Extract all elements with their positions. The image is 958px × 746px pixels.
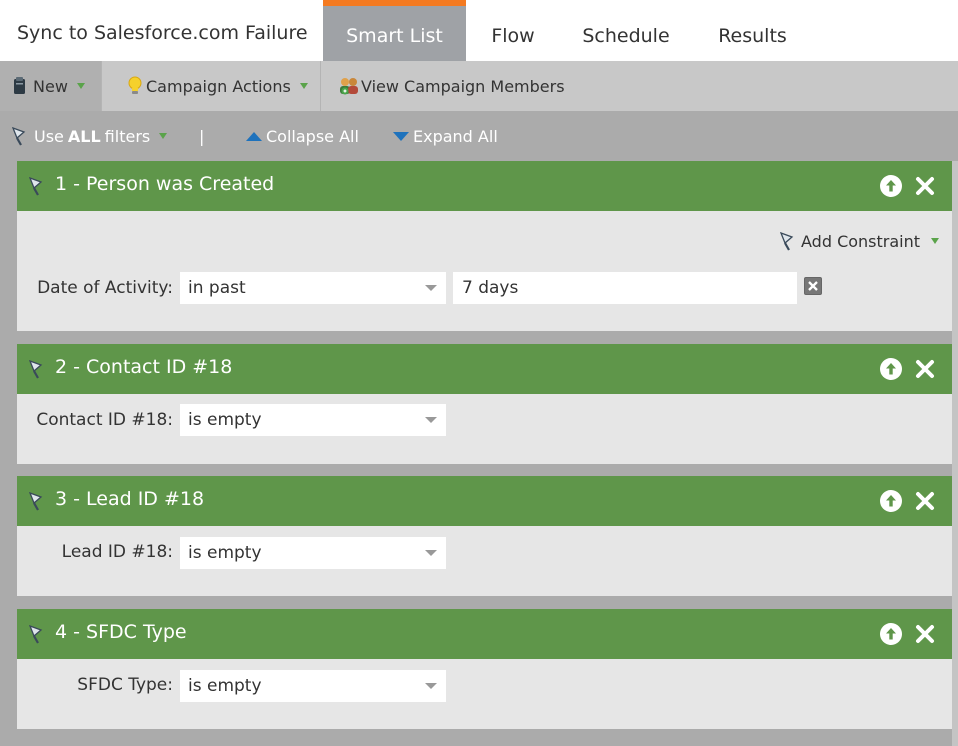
remove-filter-icon[interactable] [914, 490, 936, 512]
operator-select[interactable]: is empty [180, 537, 446, 569]
operator-value: is empty [188, 410, 262, 430]
filter-card: 4 - SFDC Type SFDC Type: is empty [17, 609, 952, 729]
campaign-title: Sync to Salesforce.com Failure [17, 22, 308, 44]
expand-all-button[interactable]: Expand All [393, 111, 498, 161]
filter-header[interactable]: 4 - SFDC Type [17, 609, 952, 659]
field-label: Date of Activity: [37, 278, 173, 298]
add-constraint-button[interactable]: Add Constraint [780, 231, 940, 251]
remove-filter-icon[interactable] [914, 358, 936, 380]
operator-value: is empty [188, 543, 262, 563]
filter-header[interactable]: 1 - Person was Created [17, 161, 952, 211]
filter-card: 3 - Lead ID #18 Lead ID #18: is empty [17, 476, 952, 596]
campaign-actions-button[interactable]: Campaign Actions [102, 61, 320, 111]
filter-header[interactable]: 3 - Lead ID #18 [17, 476, 952, 526]
expand-icon [393, 131, 409, 141]
chevron-down-icon [299, 83, 308, 89]
filter-logic-mode: ALL [67, 126, 101, 146]
lightbulb-icon [127, 76, 143, 96]
tab-results[interactable]: Results [705, 0, 800, 61]
remove-filter-icon[interactable] [914, 175, 936, 197]
chevron-down-icon [425, 285, 437, 291]
filter-card: 1 - Person was Created Add Constraint Da… [17, 161, 952, 331]
funnel-icon [28, 491, 47, 515]
move-up-icon[interactable] [880, 623, 902, 645]
filter-card: 2 - Contact ID #18 Contact ID #18: is em… [17, 344, 952, 464]
chevron-down-icon [159, 133, 168, 139]
funnel-icon [28, 624, 47, 648]
add-constraint-label: Add Constraint [801, 231, 921, 251]
move-up-icon[interactable] [880, 358, 902, 380]
funnel-icon [780, 231, 798, 251]
filter-title: 4 - SFDC Type [55, 621, 187, 643]
people-icon [338, 76, 360, 96]
toolbar: New Campaign Actions View Campaign Membe… [0, 61, 958, 111]
field-label: SFDC Type: [77, 675, 173, 695]
filter-logic-suffix: filters [104, 126, 151, 146]
operator-value: is empty [188, 676, 262, 696]
filter-logic-dropdown[interactable]: Use ALL filters [12, 111, 168, 161]
filter-title: 2 - Contact ID #18 [55, 356, 233, 378]
funnel-icon [12, 126, 30, 146]
collapse-all-button[interactable]: Collapse All [246, 111, 359, 161]
filter-title: 1 - Person was Created [55, 173, 275, 195]
chevron-down-icon [425, 550, 437, 556]
new-button[interactable]: New [0, 61, 101, 111]
filter-title: 3 - Lead ID #18 [55, 488, 205, 510]
funnel-icon [28, 359, 47, 383]
tab-schedule[interactable]: Schedule [570, 0, 682, 61]
view-campaign-members-button[interactable]: View Campaign Members [321, 61, 565, 111]
expand-all-label: Expand All [413, 126, 498, 146]
scrollbar[interactable] [952, 161, 958, 746]
move-up-icon[interactable] [880, 175, 902, 197]
new-icon [13, 77, 27, 95]
tab-bar: Sync to Salesforce.com Failure Smart Lis… [0, 0, 958, 61]
operator-select[interactable]: is empty [180, 404, 446, 436]
funnel-icon [28, 176, 47, 200]
chevron-down-icon [76, 83, 85, 89]
operator-select[interactable]: is empty [180, 670, 446, 702]
field-label: Contact ID #18: [36, 410, 173, 430]
clear-value-icon[interactable] [804, 277, 822, 295]
campaign-actions-label: Campaign Actions [146, 76, 291, 96]
value-input[interactable]: 7 days [453, 272, 797, 304]
filter-header[interactable]: 2 - Contact ID #18 [17, 344, 952, 394]
operator-select[interactable]: in past [180, 272, 446, 304]
chevron-down-icon [425, 683, 437, 689]
chevron-down-icon [425, 417, 437, 423]
chevron-down-icon [931, 238, 940, 244]
filter-bar: Use ALL filters | Collapse All Expand Al… [0, 111, 958, 161]
tab-flow[interactable]: Flow [478, 0, 548, 61]
filter-logic-prefix: Use [34, 126, 64, 146]
tab-smart-list[interactable]: Smart List [323, 0, 466, 61]
filter-bar-separator: | [199, 126, 205, 146]
collapse-icon [246, 131, 262, 141]
operator-value: in past [188, 278, 246, 298]
remove-filter-icon[interactable] [914, 623, 936, 645]
view-campaign-members-label: View Campaign Members [361, 76, 565, 96]
collapse-all-label: Collapse All [266, 126, 359, 146]
field-label: Lead ID #18: [61, 542, 173, 562]
move-up-icon[interactable] [880, 490, 902, 512]
value-text: 7 days [462, 278, 519, 298]
new-label: New [33, 76, 68, 96]
